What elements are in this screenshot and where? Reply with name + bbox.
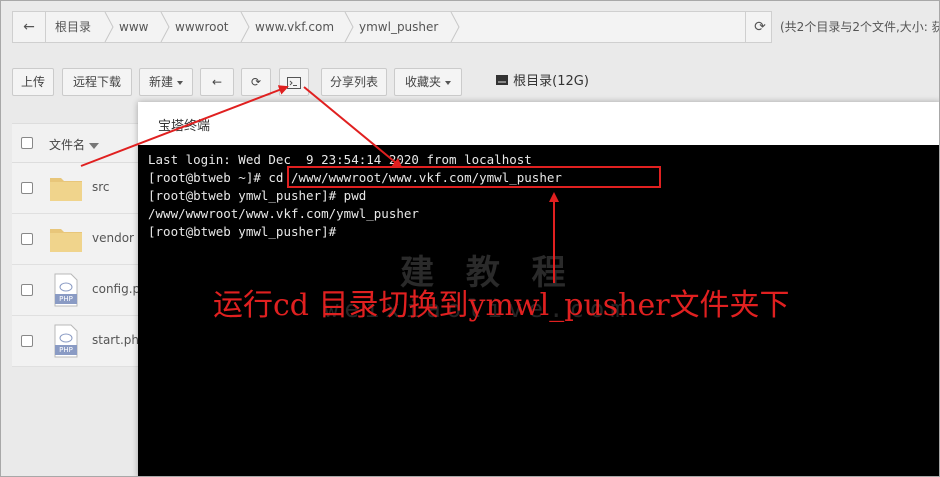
file-manager-window: ← 根目录 www wwwroot www.vkf.com ymwl_pushe… <box>0 0 940 477</box>
disk-icon <box>495 74 509 89</box>
disk-label: 根目录(12G) <box>513 74 589 89</box>
file-name[interactable]: config.p <box>92 282 140 296</box>
refresh-icon: ⟳ <box>754 19 766 35</box>
directory-summary: (共2个目录与2个文件,大小: 获 <box>780 20 940 34</box>
terminal-icon <box>287 75 301 89</box>
new-label: 新建 <box>148 75 173 89</box>
file-row[interactable]: vendor <box>12 214 138 265</box>
terminal-button[interactable] <box>279 68 309 96</box>
share-list-button[interactable]: 分享列表 <box>321 68 387 96</box>
arrow-left-icon: ← <box>211 75 223 89</box>
dialog-title: 宝塔终端 <box>158 119 211 134</box>
row-checkbox[interactable] <box>21 284 33 296</box>
file-list-header: 文件名 <box>12 123 138 163</box>
path-bar: ← 根目录 www wwwroot www.vkf.com ymwl_pushe… <box>12 11 772 43</box>
back-button[interactable]: ← <box>200 68 234 96</box>
select-all-checkbox[interactable] <box>21 137 33 149</box>
terminal-line: [root@btweb ymwl_pusher]# pwd <box>148 188 367 203</box>
column-name-header[interactable]: 文件名 <box>49 136 100 153</box>
row-checkbox[interactable] <box>21 182 33 194</box>
breadcrumb-item-current[interactable]: ymwl_pusher <box>359 12 438 42</box>
terminal-line: /www/wwwroot/www.vkf.com/ymwl_pusher <box>148 206 419 221</box>
breadcrumb-item-site[interactable]: www.vkf.com <box>255 12 334 42</box>
breadcrumb-separator <box>449 11 461 43</box>
file-row[interactable]: PHP start.php <box>12 316 147 367</box>
remote-download-button[interactable]: 远程下载 <box>62 68 132 96</box>
folder-icon <box>49 174 83 205</box>
breadcrumb-item-www[interactable]: www <box>119 12 148 42</box>
annotation-text: 运行cd 目录切换到ymwl_pusher文件夹下 <box>213 288 790 323</box>
breadcrumb-separator <box>103 11 115 43</box>
breadcrumb-separator <box>343 11 355 43</box>
new-dropdown-button[interactable]: 新建 <box>139 68 193 96</box>
caret-down-icon <box>177 80 183 85</box>
favorites-label: 收藏夹 <box>404 75 441 89</box>
disk-selector[interactable]: 根目录(12G) <box>495 68 589 96</box>
terminal-line: [root@btweb ymwl_pusher]# <box>148 224 337 239</box>
refresh-icon: ⟳ <box>250 75 262 89</box>
breadcrumb-item-root[interactable]: 根目录 <box>55 12 91 42</box>
php-badge: PHP <box>55 294 77 304</box>
arrow-left-icon: ← <box>23 19 35 35</box>
caret-down-icon <box>445 80 451 85</box>
file-name[interactable]: vendor <box>92 231 134 245</box>
php-file-icon: PHP <box>53 324 79 358</box>
folder-icon <box>49 225 83 256</box>
file-name[interactable]: src <box>92 180 110 194</box>
file-row[interactable]: src <box>12 163 138 214</box>
breadcrumb-separator <box>239 11 251 43</box>
upload-button[interactable]: 上传 <box>12 68 54 96</box>
favorites-dropdown-button[interactable]: 收藏夹 <box>394 68 462 96</box>
command-highlight-box <box>287 166 661 188</box>
sort-desc-icon <box>89 142 100 149</box>
terminal-line: Last login: Wed Dec 9 23:54:14 2020 from… <box>148 152 532 167</box>
path-refresh-button[interactable]: ⟳ <box>745 12 774 42</box>
breadcrumb-separator <box>159 11 171 43</box>
path-back-button[interactable]: ← <box>13 12 46 42</box>
column-name-label: 文件名 <box>49 138 86 152</box>
row-checkbox[interactable] <box>21 233 33 245</box>
php-file-icon: PHP <box>53 273 79 307</box>
breadcrumb-item-wwwroot[interactable]: wwwroot <box>175 12 229 42</box>
row-checkbox[interactable] <box>21 335 33 347</box>
refresh-button[interactable]: ⟳ <box>241 68 271 96</box>
php-badge: PHP <box>55 345 77 355</box>
file-row[interactable]: PHP config.p <box>12 265 140 316</box>
